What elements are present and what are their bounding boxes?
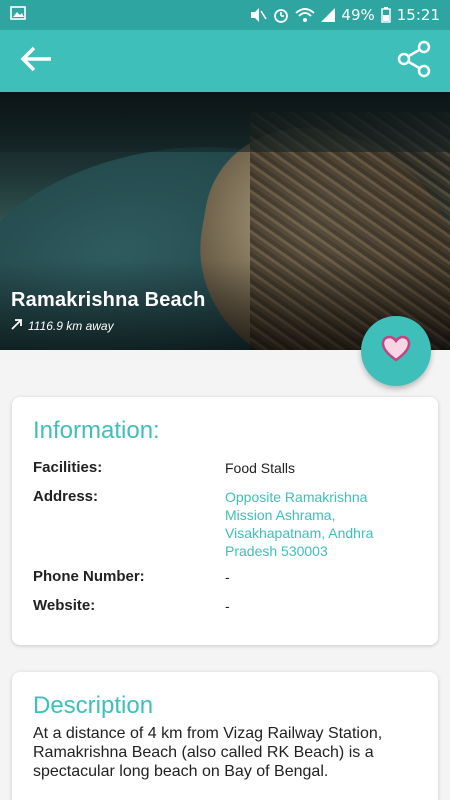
mute-icon [249,7,268,23]
app-bar [0,30,450,92]
share-icon [396,40,432,83]
arrow-up-right-icon [11,318,23,333]
hero-image: Ramakrishna Beach 1116.9 km away [0,92,450,350]
share-button[interactable] [394,40,434,83]
place-title: Ramakrishna Beach [11,289,206,311]
info-value: Food Stalls [225,460,296,476]
description-text: At a distance of 4 km from Vizag Railway… [33,725,383,780]
info-row-address: Address: Opposite Ramakrishna Mission As… [33,488,417,560]
signal-icon [321,8,336,22]
info-row-website: Website: - [33,597,417,615]
favorite-button[interactable] [361,316,431,386]
info-row-facilities: Facilities: Food Stalls [33,459,417,477]
image-icon [10,5,26,25]
status-bar: 49% 15:21 [0,0,450,30]
info-label: Website: [33,597,96,614]
alarm-icon [273,7,289,23]
description-heading: Description [33,692,154,719]
info-value: - [225,598,230,614]
distance-text: 1116.9 km away [11,318,114,333]
back-button[interactable] [16,41,56,81]
description-card: Description At a distance of 4 km from V… [12,672,438,800]
status-time: 15:21 [396,6,440,24]
info-label: Facilities: [33,459,103,476]
info-row-phone: Phone Number: - [33,568,417,586]
arrow-left-icon [19,45,53,78]
address-link[interactable]: Opposite Ramakrishna Mission Ashrama, Vi… [225,488,417,560]
wifi-icon [295,7,316,23]
distance-value: 1116.9 km away [28,318,114,333]
info-label: Phone Number: [33,568,145,585]
heart-icon [381,335,411,368]
information-card: Information: Facilities: Food Stalls Add… [12,397,438,645]
battery-percent: 49% [341,6,375,24]
information-heading: Information: [33,417,160,444]
info-value: - [225,569,230,585]
info-label: Address: [33,488,99,505]
battery-icon [381,7,391,23]
